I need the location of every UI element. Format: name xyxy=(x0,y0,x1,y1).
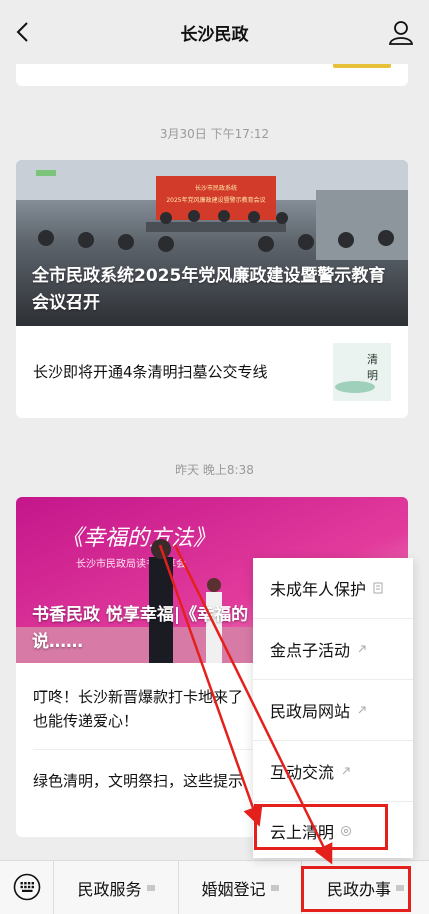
menu-item-label: 互动交流 xyxy=(270,763,335,782)
article-title: 长沙即将开通4条清明扫墓公交专线 xyxy=(33,363,268,381)
timestamp: 3月30日 下午17:12 xyxy=(159,127,270,141)
back-arrow-icon[interactable] xyxy=(10,18,38,46)
article-group-card: 长沙市民政系统 2025年党风廉政建设暨警示教育会议 全市民政系统2025年党风… xyxy=(16,160,408,418)
article-title: 绿色清明，文明祭扫，这些提示 xyxy=(33,772,244,790)
cover-banner: 《幸福的方法》 xyxy=(61,526,215,551)
article-title-line1: 叮咚！长沙新晋爆款打卡地来了 xyxy=(33,688,244,706)
menu-item-label: 未成年人保护 xyxy=(270,580,367,599)
menu-item-golden-idea[interactable]: 金点子活动 xyxy=(253,619,413,679)
cover-title[interactable]: 全市民政系统2025年党风廉政建设暨警示教育会议召开 xyxy=(32,263,394,317)
article-title-line2: 也能传递爱心！ xyxy=(33,712,139,730)
menu-item-minor-protection[interactable]: 未成年人保护 xyxy=(253,558,413,618)
page-title: 长沙民政 xyxy=(180,24,249,45)
cover-title-line2: 说…… xyxy=(32,632,83,652)
menu-tab-marriage-registration[interactable]: 婚姻登记 xyxy=(179,861,301,914)
tab-label: 婚姻登记 xyxy=(201,879,266,899)
timestamp: 昨天 晚上8:38 xyxy=(175,463,254,477)
menu-item-label: 民政局网站 xyxy=(270,702,351,721)
keyboard-icon[interactable] xyxy=(13,873,41,901)
cover-title[interactable]: 书香民政 悦享幸福|《幸福的 说…… xyxy=(32,602,268,656)
thumb-char-1: 清 xyxy=(367,353,378,366)
top-nav-bar: 长沙民政 xyxy=(0,0,429,64)
link-icon xyxy=(358,706,366,714)
tab-label: 民政服务 xyxy=(77,879,142,899)
article-thumbnail: 清 明 xyxy=(333,343,391,401)
highlight-box-cloud-qingming xyxy=(254,804,388,850)
menu-item-label: 金点子活动 xyxy=(270,641,351,660)
menu-lines-icon xyxy=(270,885,279,890)
cover-banner-line1: 长沙市民政系统 xyxy=(195,184,237,192)
menu-tab-civil-services[interactable]: 民政服务 xyxy=(54,861,178,914)
highlight-box-civil-affairs-tab xyxy=(301,866,411,912)
menu-lines-icon xyxy=(146,885,155,890)
link-icon xyxy=(358,645,366,653)
profile-icon[interactable] xyxy=(387,18,415,46)
menu-item-bureau-website[interactable]: 民政局网站 xyxy=(253,680,413,740)
menu-item-interaction[interactable]: 互动交流 xyxy=(253,741,413,801)
link-icon xyxy=(342,767,350,775)
cover-banner-line2: 2025年党风廉政建设暨警示教育会议 xyxy=(166,196,265,204)
thumb-char-2: 明 xyxy=(367,369,378,382)
cover-title-line1: 书香民政 悦享幸福|《幸福的 xyxy=(32,605,249,625)
article-list-item[interactable]: 长沙即将开通4条清明扫墓公交专线 清 明 xyxy=(16,326,408,418)
article-icon xyxy=(373,582,383,594)
